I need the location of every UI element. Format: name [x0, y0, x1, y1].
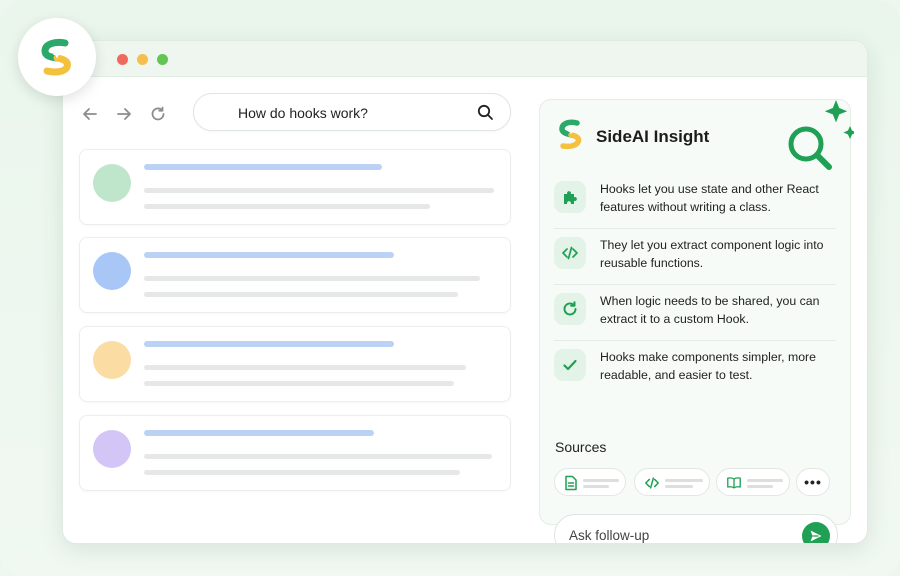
book-icon — [726, 475, 742, 496]
browser-window: How do hooks work? SideAI Insight Hooks … — [62, 40, 868, 544]
result-card[interactable] — [79, 415, 511, 491]
placeholder-line — [144, 470, 460, 475]
avatar — [93, 430, 131, 468]
placeholder-title — [144, 252, 394, 258]
result-card[interactable] — [79, 326, 511, 402]
insight-text: Hooks let you use state and other React … — [600, 182, 819, 214]
code-icon — [554, 237, 586, 269]
insight-item: Hooks let you use state and other React … — [554, 173, 836, 229]
maximize-window-button[interactable] — [157, 54, 168, 65]
placeholder-line — [665, 485, 693, 488]
send-icon — [810, 530, 822, 542]
document-icon — [564, 475, 578, 496]
minimize-window-button[interactable] — [137, 54, 148, 65]
arrow-right-icon[interactable] — [115, 105, 133, 123]
result-card[interactable] — [79, 237, 511, 313]
puzzle-icon — [554, 181, 586, 213]
search-icon[interactable] — [477, 104, 494, 126]
result-card[interactable] — [79, 149, 511, 225]
search-query: How do hooks work? — [238, 105, 368, 121]
arrow-left-icon[interactable] — [81, 105, 99, 123]
placeholder-line — [747, 485, 773, 488]
panel-title: SideAI Insight — [596, 127, 710, 146]
more-sources-button[interactable]: ••• — [796, 468, 830, 496]
followup-placeholder: Ask follow-up — [569, 528, 650, 543]
avatar — [93, 341, 131, 379]
placeholder-title — [144, 430, 374, 436]
check-icon — [554, 349, 586, 381]
source-chip-document[interactable] — [554, 468, 626, 496]
placeholder-line — [747, 479, 783, 482]
placeholder-line — [583, 479, 619, 482]
avatar — [93, 164, 131, 202]
close-window-button[interactable] — [117, 54, 128, 65]
sources-heading: Sources — [555, 439, 607, 455]
insight-text: Hooks make components simpler, more read… — [600, 350, 816, 382]
source-chip-code[interactable] — [634, 468, 710, 496]
placeholder-title — [144, 341, 394, 347]
placeholder-line — [144, 276, 480, 281]
insight-item: Hooks make components simpler, more read… — [554, 341, 836, 397]
insight-item: They let you extract component logic int… — [554, 229, 836, 285]
placeholder-line — [583, 485, 609, 488]
reload-icon[interactable] — [149, 105, 167, 123]
followup-input[interactable]: Ask follow-up — [554, 514, 838, 543]
placeholder-line — [665, 479, 703, 482]
send-button[interactable] — [802, 522, 830, 543]
code-icon — [644, 475, 660, 496]
insight-text: When logic needs to be shared, you can e… — [600, 294, 820, 326]
magnifier-sparkle-icon — [774, 100, 857, 183]
refresh-icon — [554, 293, 586, 325]
source-chip-book[interactable] — [716, 468, 790, 496]
insight-text: They let you extract component logic int… — [600, 238, 824, 270]
placeholder-line — [144, 188, 494, 193]
placeholder-line — [144, 365, 466, 370]
sideai-panel: SideAI Insight Hooks let you use state a… — [539, 99, 857, 543]
insight-item: When logic needs to be shared, you can e… — [554, 285, 836, 341]
placeholder-line — [144, 381, 454, 386]
sideai-logo-icon — [41, 38, 71, 76]
avatar — [93, 252, 131, 290]
placeholder-line — [144, 292, 458, 297]
app-logo — [18, 18, 96, 96]
placeholder-title — [144, 164, 382, 170]
sideai-logo-icon — [556, 118, 584, 157]
title-bar — [63, 41, 867, 77]
placeholder-line — [144, 204, 430, 209]
placeholder-line — [144, 454, 492, 459]
search-input[interactable]: How do hooks work? — [193, 93, 511, 131]
